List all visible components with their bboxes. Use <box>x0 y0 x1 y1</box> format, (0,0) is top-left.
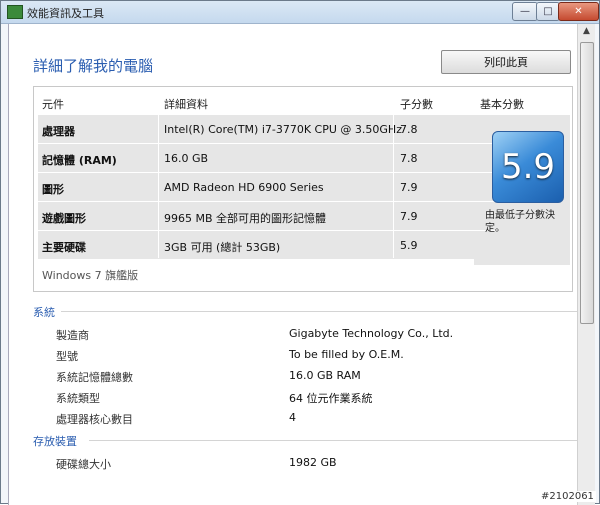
row-subscore: 7.8 <box>400 123 418 136</box>
close-button[interactable]: ✕ <box>558 2 599 21</box>
system-value: 4 <box>289 411 296 424</box>
base-score-badge: 5.9 <box>492 131 564 203</box>
base-score-caption: 由最低子分數決定。 <box>485 210 555 234</box>
column-divider <box>393 115 394 258</box>
column-divider <box>158 115 159 258</box>
performance-info-window: 效能資訊及工具 — □ ✕ 詳細了解我的電腦 列印此頁 元件 詳細資料 子分數 … <box>0 0 600 505</box>
storage-section-title: 存放裝置 <box>33 435 77 448</box>
header-subscore: 子分數 <box>400 98 433 111</box>
system-label: 處理器核心數目 <box>56 413 133 426</box>
row-component: 圖形 <box>42 183 64 196</box>
row-subscore: 7.9 <box>400 210 418 223</box>
row-component: 記憶體 (RAM) <box>42 154 117 167</box>
section-divider <box>61 311 579 312</box>
header-component: 元件 <box>42 98 64 111</box>
minimize-button[interactable]: — <box>512 2 538 21</box>
table-row: 處理器 Intel(R) Core(TM) i7-3770K CPU @ 3.5… <box>38 115 496 143</box>
row-component: 遊戲圖形 <box>42 212 86 225</box>
system-label: 型號 <box>56 350 78 363</box>
system-label: 製造商 <box>56 329 89 342</box>
table-row: 遊戲圖形 9965 MB 全部可用的圖形記憶體 7.9 <box>38 202 496 230</box>
system-label: 系統記憶體總數 <box>56 371 133 384</box>
row-subscore: 7.9 <box>400 181 418 194</box>
row-subscore: 5.9 <box>400 239 418 252</box>
header-detail: 詳細資料 <box>164 98 208 111</box>
system-value: 16.0 GB RAM <box>289 369 361 382</box>
system-label: 系統類型 <box>56 392 100 405</box>
scrollbar-thumb[interactable] <box>580 42 594 324</box>
storage-value: 1982 GB <box>289 456 337 469</box>
row-detail: 3GB 可用 (總計 53GB) <box>164 241 281 254</box>
system-value: Gigabyte Technology Co., Ltd. <box>289 327 454 340</box>
system-value: 64 位元作業系統 <box>289 392 373 405</box>
section-divider <box>89 440 579 441</box>
page-title: 詳細了解我的電腦 <box>33 57 154 75</box>
row-detail: Intel(R) Core(TM) i7-3770K CPU @ 3.50GHz <box>164 123 402 136</box>
system-value: To be filled by O.E.M. <box>289 348 404 361</box>
table-row: 主要硬碟 3GB 可用 (總計 53GB) 5.9 <box>38 231 496 259</box>
header-base-score: 基本分數 <box>480 98 524 111</box>
scroll-up-arrow-icon[interactable]: ▲ <box>578 26 595 40</box>
content-area: 詳細了解我的電腦 列印此頁 元件 詳細資料 子分數 基本分數 處理器 Intel… <box>8 24 594 505</box>
print-page-button[interactable]: 列印此頁 <box>441 50 571 74</box>
storage-label: 硬碟總大小 <box>56 458 111 471</box>
watermark-id: #2102061 <box>539 491 596 502</box>
row-subscore: 7.8 <box>400 152 418 165</box>
system-section-title: 系統 <box>33 306 55 319</box>
row-detail: 16.0 GB <box>164 152 209 165</box>
maximize-button[interactable]: □ <box>536 2 560 21</box>
windows-edition: Windows 7 旗艦版 <box>42 269 139 282</box>
row-detail: 9965 MB 全部可用的圖形記憶體 <box>164 212 327 225</box>
score-table: 元件 詳細資料 子分數 基本分數 處理器 Intel(R) Core(TM) i… <box>33 86 573 292</box>
window-title: 效能資訊及工具 <box>27 7 104 20</box>
row-component: 主要硬碟 <box>42 241 86 254</box>
title-bar[interactable]: 效能資訊及工具 — □ ✕ <box>1 1 599 24</box>
vertical-scrollbar[interactable]: ▲ <box>577 24 595 505</box>
table-row: 圖形 AMD Radeon HD 6900 Series 7.9 <box>38 173 496 201</box>
table-row: 記憶體 (RAM) 16.0 GB 7.8 <box>38 144 496 172</box>
row-detail: AMD Radeon HD 6900 Series <box>164 181 324 194</box>
performance-app-icon <box>7 5 23 19</box>
row-component: 處理器 <box>42 125 75 138</box>
